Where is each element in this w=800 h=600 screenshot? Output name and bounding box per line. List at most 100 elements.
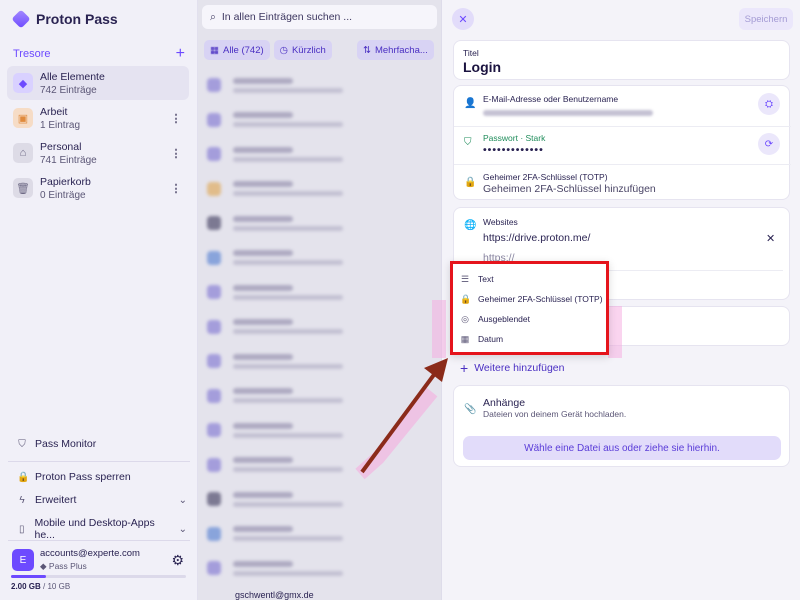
- shield-icon: ⛉: [18, 438, 26, 450]
- sidebar: Proton Pass Tresore + ◆ Alle Elemente 74…: [0, 0, 198, 600]
- item-icon: [207, 250, 221, 265]
- credentials-card: 👤 E-Mail-Adresse oder Benutzername ⛭ ⛉ P…: [453, 85, 791, 200]
- divider: [8, 461, 190, 462]
- item-icon: [207, 181, 221, 196]
- sort-icon: ⇅: [363, 44, 371, 56]
- app-logo[interactable]: Proton Pass: [11, 9, 118, 29]
- totp-input[interactable]: Geheimen 2FA-Schlüssel hinzufügen: [483, 183, 656, 195]
- filter-chips: ▦ Alle (742) ◷ Kürzlich: [204, 40, 332, 60]
- plus-icon: +: [460, 360, 469, 376]
- email-value[interactable]: [483, 110, 653, 116]
- storage-text: 2.00 GB / 10 GB: [11, 582, 70, 591]
- vault-all-items[interactable]: ◆ Alle Elemente 742 Einträge: [7, 66, 189, 100]
- list-item[interactable]: [198, 379, 441, 414]
- totp-label: Geheimer 2FA-Schlüssel (TOTP): [483, 172, 608, 182]
- list-item[interactable]: [198, 68, 441, 103]
- account-plan: ◆ Pass Plus: [40, 561, 87, 571]
- bolt-icon: ϟ: [19, 494, 25, 506]
- list-item[interactable]: [198, 413, 441, 448]
- lock-link[interactable]: 🔒 Proton Pass sperren: [17, 471, 187, 483]
- item-icon: [207, 457, 221, 472]
- list-item[interactable]: [198, 103, 441, 138]
- vault-trash[interactable]: 🗑 Papierkorb 0 Einträge ⋮: [7, 171, 189, 205]
- password-value[interactable]: •••••••••••••: [483, 144, 544, 156]
- add-more-button[interactable]: + Weitere hinzufügen: [460, 360, 564, 376]
- apps-label: Mobile und Desktop-Apps he...: [34, 517, 155, 541]
- dropdown-item-label: Text: [478, 274, 494, 284]
- lock-label: Proton Pass sperren: [35, 471, 131, 483]
- list-item[interactable]: [198, 137, 441, 172]
- account-email: accounts@experte.com: [40, 548, 140, 559]
- calendar-icon: ▦: [460, 333, 470, 344]
- vault-menu-icon[interactable]: ⋮: [169, 182, 183, 195]
- list-item[interactable]: [198, 275, 441, 310]
- remove-url-icon[interactable]: ✕: [766, 232, 775, 245]
- list-item[interactable]: [198, 551, 441, 586]
- list-item[interactable]: [198, 310, 441, 345]
- filter-recent-label: Kürzlich: [291, 44, 326, 56]
- filter-all-chip[interactable]: ▦ Alle (742): [204, 40, 270, 60]
- save-button[interactable]: Speichern: [739, 8, 793, 30]
- list-item[interactable]: [198, 172, 441, 207]
- home-icon: ⌂: [13, 143, 33, 163]
- item-list-pane: ⌕ In allen Einträgen suchen ... ▦ Alle (7…: [198, 0, 441, 600]
- gear-icon[interactable]: ⚙: [171, 552, 184, 569]
- highlight-glow: [432, 300, 446, 358]
- list-item[interactable]: [198, 517, 441, 552]
- vault-arbeit[interactable]: ▣ Arbeit 1 Eintrag ⋮: [7, 101, 189, 135]
- vault-name: Personal: [40, 140, 82, 153]
- pass-monitor-link[interactable]: ⛉ Pass Monitor: [17, 438, 187, 450]
- item-icon: [207, 561, 221, 576]
- attachments-label: Anhänge: [483, 397, 526, 409]
- storage-total: / 10 GB: [43, 582, 71, 591]
- paperclip-icon: 📎: [464, 404, 477, 415]
- title-value[interactable]: Login: [463, 59, 501, 75]
- dropdown-item-text[interactable]: ☰ Text: [453, 269, 606, 289]
- divider: [454, 126, 791, 127]
- apps-link[interactable]: ▯ Mobile und Desktop-Apps he... ⌄: [17, 517, 187, 541]
- title-label: Titel: [463, 48, 479, 58]
- list-item[interactable]: [198, 482, 441, 517]
- dropdown-item-label: Datum: [478, 334, 504, 344]
- vault-menu-icon[interactable]: ⋮: [169, 147, 183, 160]
- mobile-icon: ▯: [18, 523, 25, 535]
- close-icon[interactable]: ✕: [452, 8, 474, 30]
- add-vault-icon[interactable]: +: [176, 46, 185, 62]
- storage-fill: [11, 575, 46, 578]
- vault-name: Arbeit: [40, 105, 68, 118]
- attachments-card: 📎 Anhänge Dateien von deinem Gerät hochl…: [453, 385, 790, 467]
- eye-slash-icon: ◎: [461, 313, 469, 324]
- user-plus-icon: 👤: [464, 98, 477, 109]
- refresh-icon[interactable]: ⟳: [758, 133, 780, 155]
- dropdown-item-label: Ausgeblendet: [478, 314, 530, 324]
- email-label: E-Mail-Adresse oder Benutzername: [483, 94, 619, 104]
- list-item[interactable]: [198, 344, 441, 379]
- highlight-glow: [608, 306, 622, 358]
- multi-select-chip[interactable]: ⇅ Mehrfacha...: [357, 40, 434, 60]
- advanced-link[interactable]: ϟ Erweitert ⌄: [17, 494, 187, 506]
- vaults-title: Tresore: [13, 48, 51, 60]
- dropdown-item-hidden[interactable]: ◎ Ausgeblendet: [453, 309, 606, 329]
- dropdown-item-totp[interactable]: 🔒 Geheimer 2FA-Schlüssel (TOTP): [453, 289, 606, 309]
- search-icon: ⌕: [210, 10, 216, 23]
- globe-icon: 🌐: [464, 220, 477, 231]
- alias-icon[interactable]: ⛭: [758, 93, 780, 115]
- vault-menu-icon[interactable]: ⋮: [169, 112, 183, 125]
- vault-personal[interactable]: ⌂ Personal 741 Einträge ⋮: [7, 136, 189, 170]
- title-card[interactable]: Titel Login: [453, 40, 790, 80]
- account-switcher[interactable]: E accounts@experte.com ◆ Pass Plus ⚙: [12, 548, 184, 572]
- lock-icon: 🔒: [17, 471, 30, 483]
- dropdown-item-date[interactable]: ▦ Datum: [453, 329, 606, 349]
- list-item[interactable]: [198, 448, 441, 483]
- list-item[interactable]: [198, 241, 441, 276]
- search-input[interactable]: ⌕ In allen Einträgen suchen ...: [202, 5, 437, 29]
- list-item[interactable]: [198, 206, 441, 241]
- website-url[interactable]: https://drive.proton.me/: [483, 232, 590, 244]
- password-label: Passwort · Stark: [483, 133, 546, 143]
- pass-monitor-label: Pass Monitor: [35, 438, 97, 450]
- item-icon: [207, 423, 221, 438]
- websites-label: Websites: [483, 217, 518, 227]
- filter-all-label: Alle (742): [222, 44, 264, 56]
- filter-recent-chip[interactable]: ◷ Kürzlich: [273, 40, 332, 60]
- upload-button[interactable]: Wähle eine Datei aus oder ziehe sie hier…: [463, 436, 781, 460]
